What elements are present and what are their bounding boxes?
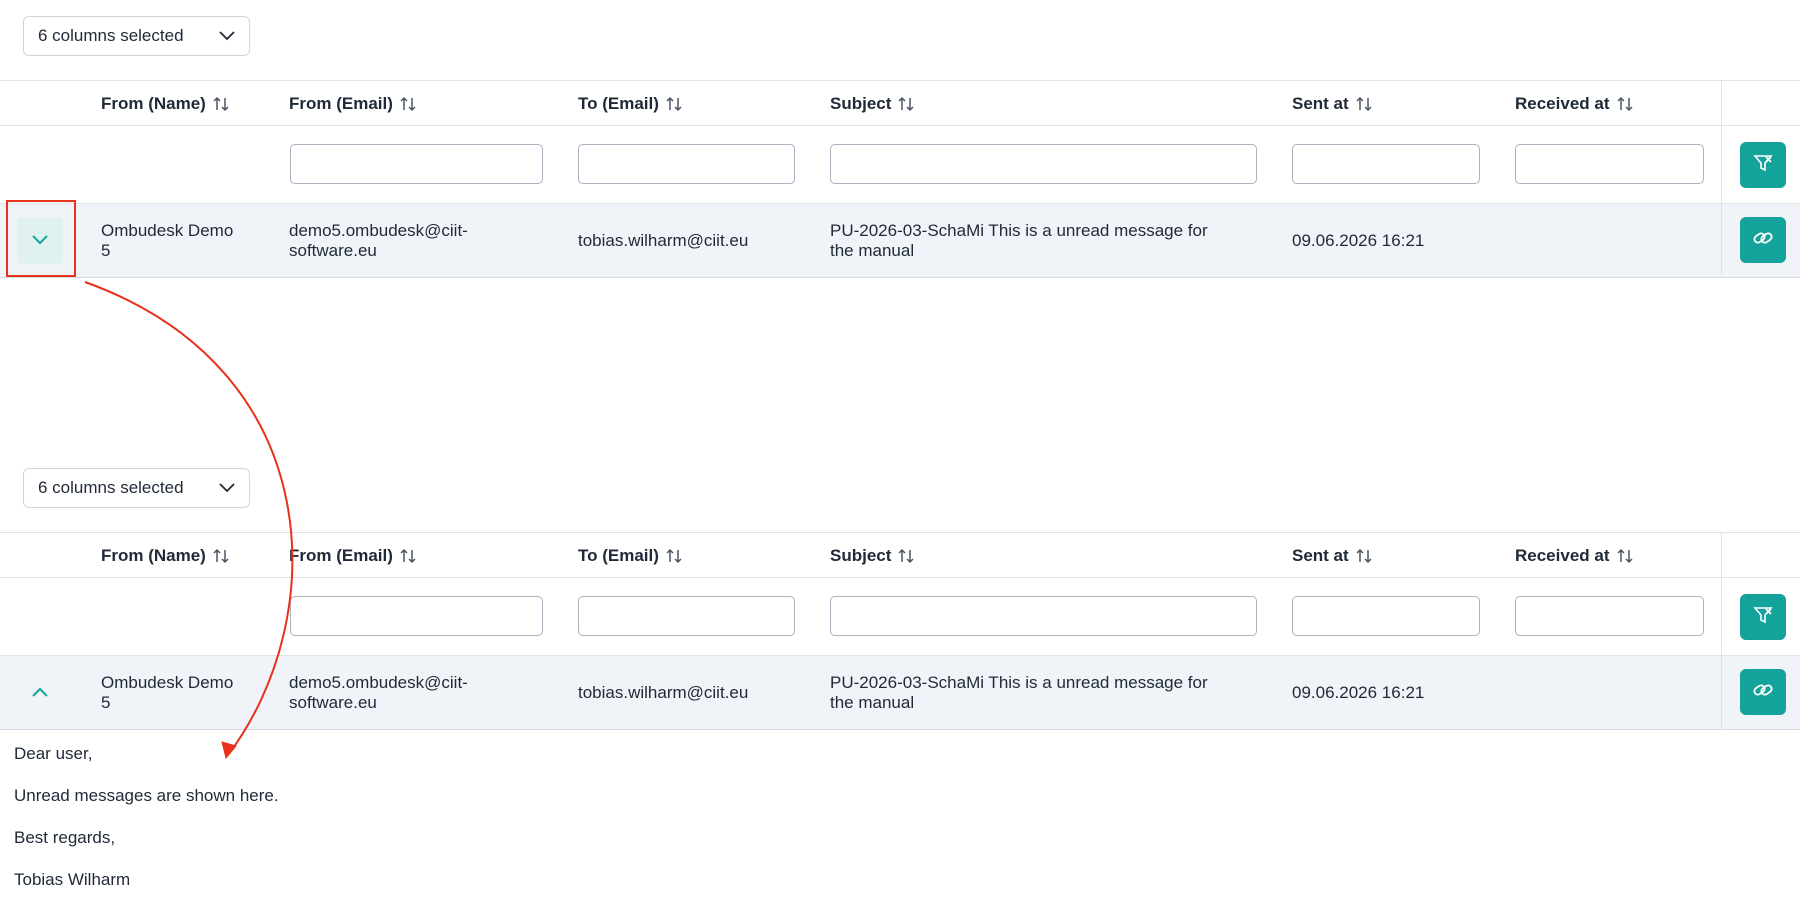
annotation-arrow — [84, 281, 294, 760]
